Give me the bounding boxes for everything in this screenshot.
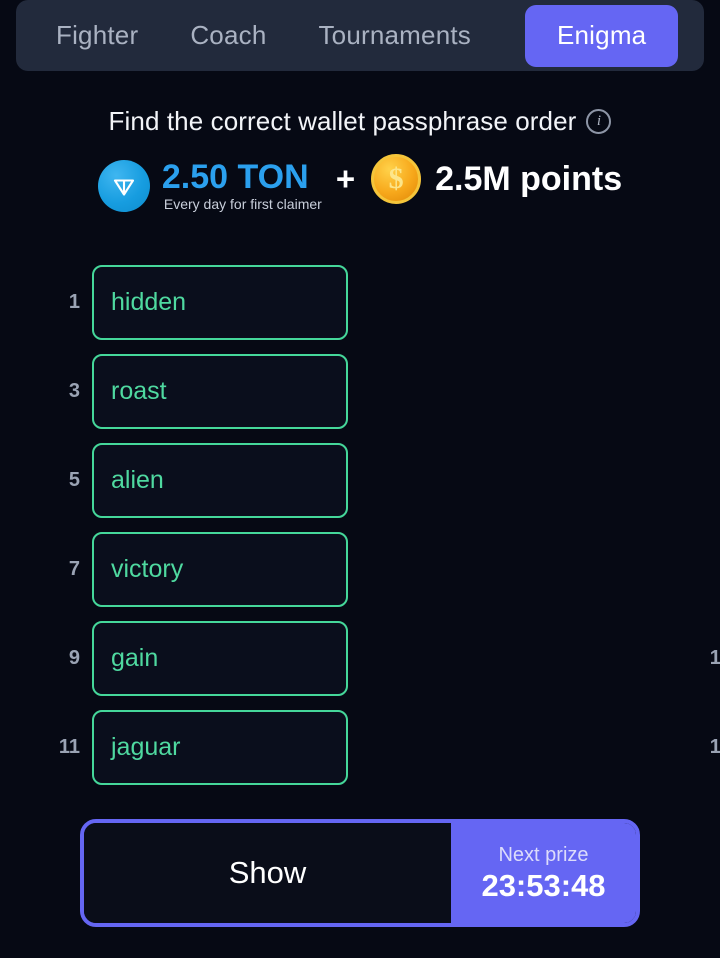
next-prize-label: Next prize (498, 843, 589, 866)
word-box-3[interactable]: roast (92, 354, 348, 429)
passphrase-slot-1: 1 hidden (0, 265, 348, 340)
passphrase-slot-2: 2 violin (348, 265, 720, 340)
slot-number: 10 (709, 647, 720, 669)
ton-subtitle: Every day for first claimer (163, 196, 322, 213)
footer-action-bar: Show Next prize 23:53:48 (80, 819, 640, 927)
passphrase-slot-6: 6 donor (348, 443, 720, 518)
slot-number: 9 (68, 647, 80, 669)
prize-separator: + (335, 160, 356, 197)
slot-number: 11 (58, 736, 80, 758)
word-box-1[interactable]: hidden (92, 265, 348, 340)
info-icon[interactable]: i (586, 109, 612, 134)
ton-amount-col: 2.50 TON Every day for first claimer (161, 157, 322, 213)
passphrase-slot-9: 9 gain (0, 621, 348, 696)
word-box-11[interactable]: jaguar (92, 710, 348, 785)
word-box-5[interactable]: alien (92, 443, 348, 518)
slot-number: 7 (68, 558, 80, 580)
prize-row: 2.50 TON Every day for first claimer + $… (0, 154, 720, 218)
nav-tab-coach[interactable]: Coach (164, 0, 292, 71)
ton-coin-icon (97, 160, 150, 212)
word-box-9[interactable]: gain (92, 621, 348, 696)
points-prize-block: $ 2.5M points (371, 154, 622, 204)
passphrase-slot-7: 7 victory (0, 532, 348, 607)
nav-tab-enigma[interactable]: Enigma (524, 4, 679, 67)
top-navigation-bar: Fighter Coach Tournaments Enigma (16, 0, 704, 71)
word-box-7[interactable]: victory (92, 532, 348, 607)
nav-tab-list: Fighter Coach Tournaments Enigma (16, 0, 704, 71)
passphrase-slot-11: 11 jaguar (0, 710, 348, 785)
nav-tab-tournaments[interactable]: Tournaments (292, 0, 497, 71)
slot-number: 8 (700, 558, 720, 581)
next-prize-countdown: 23:53:48 (481, 867, 606, 903)
passphrase-grid: 1 hidden 2 violin 3 roast 4 strong 5 ali… (0, 265, 720, 785)
nav-tab-fighter[interactable]: Fighter (22, 0, 164, 71)
dollar-glyph: $ (388, 162, 404, 195)
passphrase-slot-12: 12 aunt (348, 710, 720, 785)
slot-number: 12 (709, 736, 720, 758)
dollar-coin-icon: $ (371, 154, 422, 204)
slot-number: 6 (700, 469, 720, 492)
slot-number: 5 (68, 469, 80, 491)
slot-number: 3 (68, 380, 80, 402)
slot-number: 4 (700, 380, 720, 403)
slot-number: 1 (68, 291, 80, 313)
passphrase-slot-5: 5 alien (0, 443, 348, 518)
passphrase-slot-10: 10 album (348, 621, 720, 696)
page-title: Find the correct wallet passphrase order (108, 106, 577, 136)
passphrase-slot-4: 4 strong (348, 354, 720, 429)
show-button[interactable]: Show (84, 823, 451, 923)
slot-number: 2 (700, 291, 720, 314)
passphrase-slot-8: 8 net (348, 532, 720, 607)
next-prize-timer[interactable]: Next prize 23:53:48 (451, 823, 636, 923)
passphrase-slot-3: 3 roast (0, 354, 348, 429)
enigma-screen: Fighter Coach Tournaments Enigma Find th… (0, 0, 720, 958)
ton-prize-block: 2.50 TON Every day for first claimer (97, 157, 322, 213)
ton-amount: 2.50 TON (161, 157, 309, 196)
page-title-row: Find the correct wallet passphrase order… (0, 106, 720, 137)
points-amount: 2.5M points (435, 159, 623, 198)
